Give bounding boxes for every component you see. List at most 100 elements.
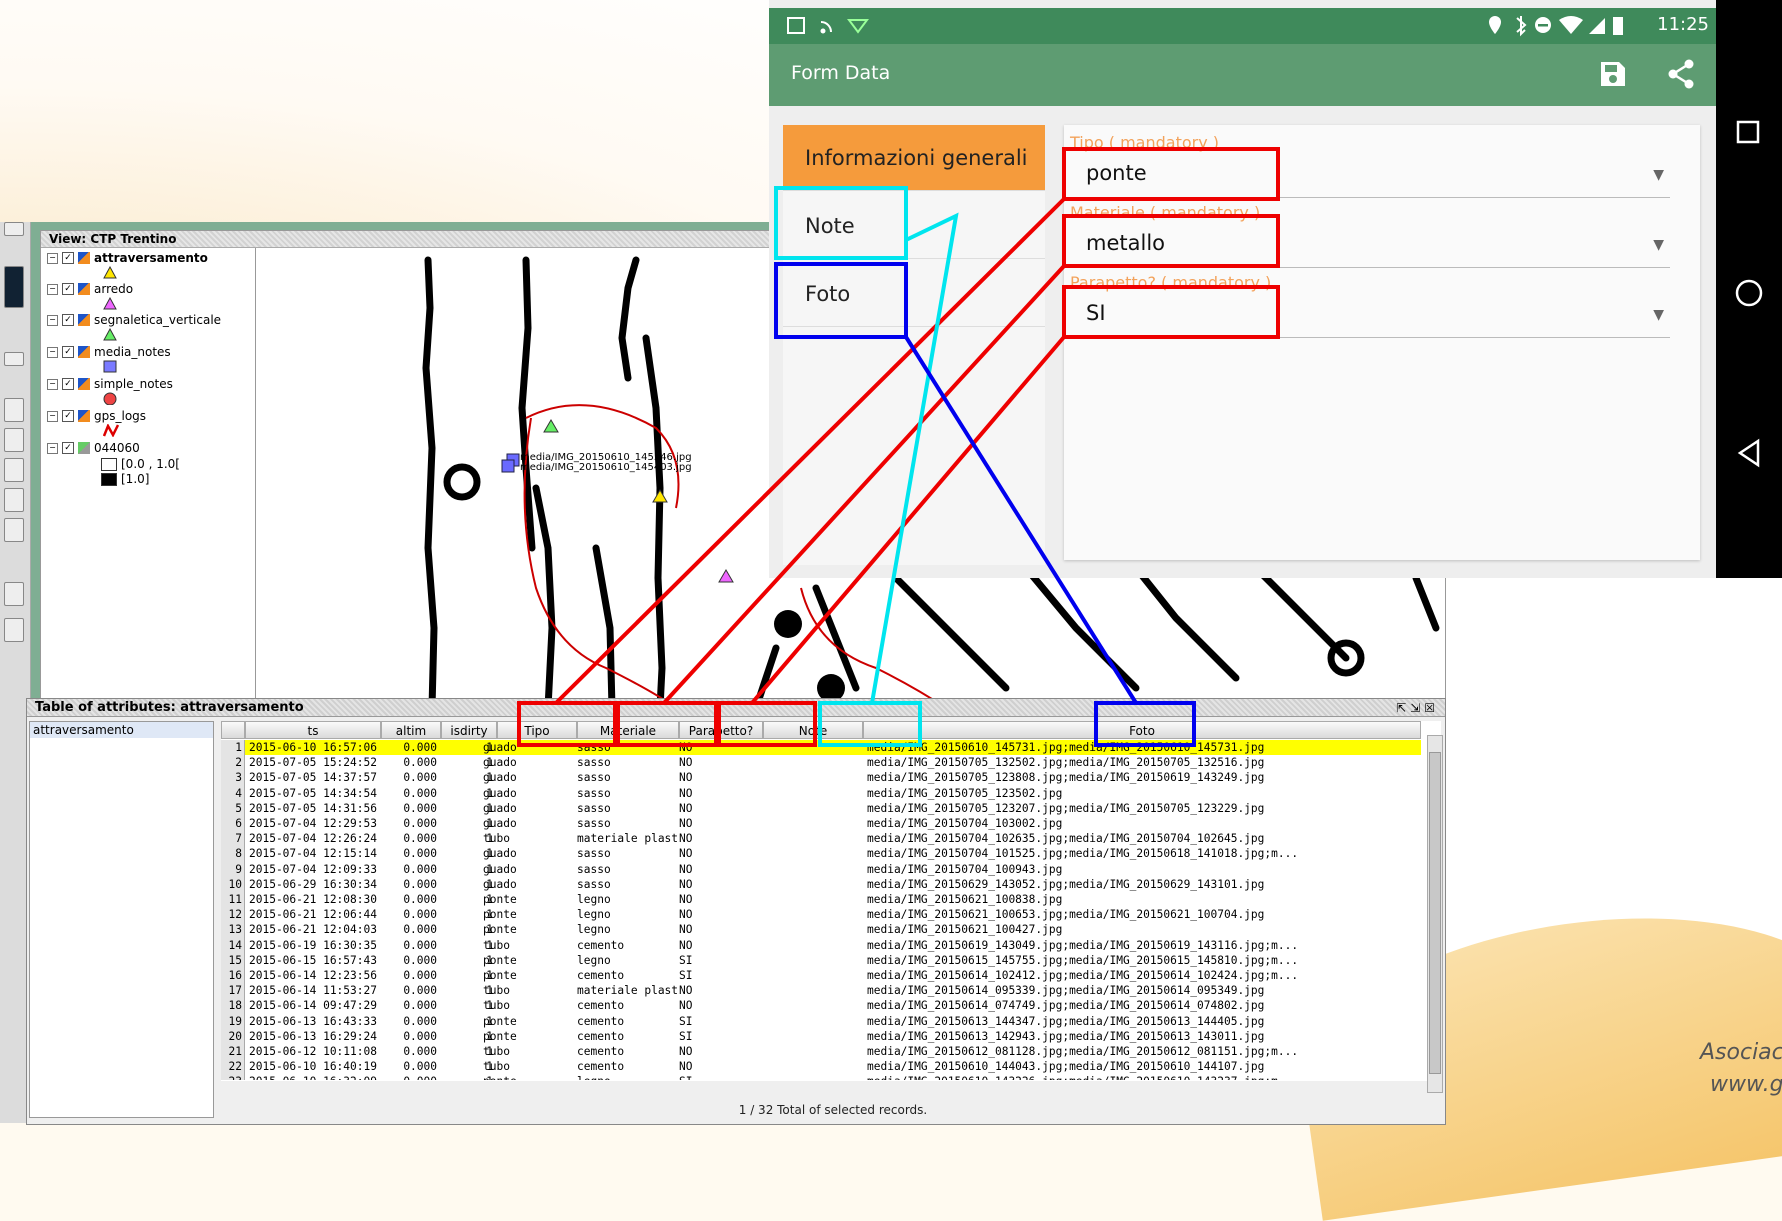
table-row[interactable]: 13 2015-06-21 12:04:03 0.000 1 ponte legno NO m… (221, 922, 1421, 938)
column-header-ts[interactable]: ts (245, 721, 381, 739)
table-row[interactable]: 7 2015-07-04 12:26:24 0.000 1 tubo materiale … (221, 831, 1421, 847)
recent-apps-icon[interactable] (1736, 120, 1762, 146)
collapse-icon[interactable]: − (47, 314, 58, 326)
column-header-foto[interactable]: Foto (863, 721, 1421, 739)
table-row[interactable]: 22 2015-06-10 16:40:19 0.000 1 tubo cemento NO… (221, 1059, 1421, 1075)
layer-row-gps-logs[interactable]: − ✓ gps_logs (47, 408, 146, 424)
table-row[interactable]: 20 2015-06-13 16:29:24 0.000 1 ponte cemento S… (221, 1028, 1421, 1044)
column-header-altim[interactable]: altim (381, 721, 441, 739)
layer-row-raster[interactable]: − ✓ 044060 (47, 440, 140, 456)
cell-altim: 0.000 (403, 923, 437, 937)
table-row[interactable]: 16 2015-06-14 12:23:56 0.000 1 ponte cemento S… (221, 968, 1421, 984)
column-header-isdirty[interactable]: isdirty (441, 721, 497, 739)
toolbar-button[interactable] (4, 618, 24, 642)
cell-parapetto: NO (679, 923, 693, 937)
restore-icon[interactable]: ⇱ (1396, 701, 1410, 715)
toolbar-button[interactable] (4, 518, 24, 542)
table-row[interactable]: 14 2015-06-19 16:30:35 0.000 1 tubo cemento NO… (221, 937, 1421, 953)
table-row[interactable]: 8 2015-07-04 12:15:14 0.000 1 guado sasso NO me… (221, 846, 1421, 862)
table-row[interactable]: 4 2015-07-05 14:34:54 0.000 1 guado sasso NO me… (221, 785, 1421, 801)
field-value-materiale[interactable]: metallo (1086, 231, 1165, 255)
collapse-icon[interactable]: − (47, 283, 58, 295)
column-header-materiale[interactable]: Materiale (577, 721, 679, 739)
column-header-parapetto[interactable]: Parapetto? (679, 721, 763, 739)
field-value-parapetto[interactable]: SI (1086, 301, 1106, 325)
back-icon[interactable] (1736, 438, 1762, 468)
save-icon[interactable] (1599, 60, 1627, 88)
home-icon[interactable] (1734, 278, 1764, 308)
dropdown-arrow-icon[interactable]: ▼ (1653, 167, 1664, 183)
cell-parapetto: NO (679, 832, 693, 846)
triangle-yellow-symbol (103, 266, 117, 279)
table-row[interactable]: 15 2015-06-15 16:57:43 0.000 1 ponte legno SI m… (221, 952, 1421, 968)
cell-tipo: guado (483, 771, 517, 785)
toolbar-button[interactable] (4, 428, 24, 452)
table-row[interactable]: 19 2015-06-13 16:43:33 0.000 1 ponte cemento S… (221, 1013, 1421, 1029)
collapse-icon[interactable]: − (47, 346, 58, 358)
layer-checkbox[interactable]: ✓ (62, 410, 74, 422)
share-icon[interactable] (1667, 58, 1697, 90)
table-row[interactable]: 3 2015-07-05 14:37:57 0.000 1 guado sasso NO me… (221, 770, 1421, 786)
table-row[interactable]: 232015-06-10 16:32:090.0001pontelegnoSIm… (221, 1074, 1421, 1080)
toolbar-button[interactable] (4, 398, 24, 422)
collapse-icon[interactable]: − (47, 442, 58, 454)
layer-checkbox[interactable]: ✓ (62, 442, 74, 454)
table-row[interactable]: 21 2015-06-12 10:11:08 0.000 1 tubo cemento NO… (221, 1044, 1421, 1060)
cell-parapetto: NO (679, 847, 693, 861)
table-scrollbar[interactable] (1427, 735, 1443, 1093)
toolbar-button[interactable] (4, 488, 24, 512)
maximize-icon[interactable]: ⇲ (1410, 701, 1424, 715)
table-row[interactable]: 11 2015-06-21 12:08:30 0.000 1 ponte legno NO m… (221, 892, 1421, 908)
table-row[interactable]: 2 2015-07-05 15:24:52 0.000 1 guado sasso NO me… (221, 755, 1421, 771)
table-row[interactable]: 17 2015-06-14 11:53:27 0.000 1 tubo materiale… (221, 983, 1421, 999)
toolbar-button[interactable] (4, 222, 24, 236)
scroll-right-button[interactable] (4, 352, 24, 366)
table-row[interactable]: 6 2015-07-04 12:29:53 0.000 1 guado sasso NO me… (221, 816, 1421, 832)
layer-row-arredo[interactable]: − ✓ arredo (47, 281, 133, 297)
layer-row-simple-notes[interactable]: − ✓ simple_notes (47, 376, 173, 392)
table-row[interactable]: 9 2015-07-04 12:09:33 0.000 1 guado sasso NO me… (221, 861, 1421, 877)
collapse-icon[interactable]: − (47, 410, 58, 422)
collapse-icon[interactable]: − (47, 378, 58, 390)
tab-informazioni-generali[interactable]: Informazioni generali (783, 125, 1045, 191)
table-row[interactable]: 18 2015-06-14 09:47:29 0.000 1 tubo cemento NO… (221, 998, 1421, 1014)
scroll-thumb[interactable] (1429, 752, 1441, 1074)
column-header-tipo[interactable]: Tipo (497, 721, 577, 739)
dropdown-arrow-icon[interactable]: ▼ (1653, 237, 1664, 253)
layer-checkbox[interactable]: ✓ (62, 283, 74, 295)
layer-checkbox[interactable]: ✓ (62, 314, 74, 326)
footer-org: Asociació (1700, 1040, 1782, 1065)
layer-checkbox[interactable]: ✓ (62, 346, 74, 358)
toolbar-button[interactable] (4, 458, 24, 482)
tab-note[interactable]: Note (783, 193, 1045, 259)
cell-ts: 2015-07-05 15:24:52 (249, 756, 377, 770)
cell-ts: 2015-06-12 10:11:08 (249, 1045, 377, 1058)
layer-icon (78, 283, 90, 295)
toolbar-button[interactable] (4, 582, 24, 606)
cell-foto: media/IMG_20150612_081128.jpg;media/IMG_… (867, 1045, 1299, 1058)
layer-checkbox[interactable]: ✓ (62, 378, 74, 390)
app-bar: Form Data (769, 44, 1717, 106)
table-row[interactable]: 10 2015-06-29 16:30:34 0.000 1 guado sasso NO m… (221, 876, 1421, 892)
toolbar-button[interactable] (4, 266, 24, 308)
cell-foto: media/IMG_20150705_123207.jpg;media/IMG_… (867, 801, 1265, 815)
column-header-note[interactable]: Note (763, 721, 863, 739)
layer-row-attraversamento[interactable]: − ✓ attraversamento (47, 250, 208, 266)
table-row[interactable]: 12 2015-06-21 12:06:44 0.000 1 ponte legno NO m… (221, 907, 1421, 923)
layer-icon (78, 314, 90, 326)
table-row[interactable]: 5 2015-07-05 14:31:56 0.000 1 guado sasso NO me… (221, 800, 1421, 816)
layer-row-segnaletica[interactable]: − ✓ segnaletica_verticale (47, 312, 221, 328)
cell-foto: media/IMG_20150614_102412.jpg;media/IMG_… (867, 969, 1299, 982)
legend-range-row: [0.0 , 1.0[ (101, 456, 180, 472)
field-value-tipo[interactable]: ponte (1086, 161, 1147, 185)
cell-materiale: sasso (577, 801, 611, 815)
table-row[interactable]: 1 2015-06-10 16:57:06 0.000 1 guado sasso NO me… (221, 740, 1421, 756)
layer-checkbox[interactable]: ✓ (62, 252, 74, 264)
row-number: 20 (221, 1028, 245, 1044)
dropdown-arrow-icon[interactable]: ▼ (1653, 307, 1664, 323)
tab-foto[interactable]: Foto (783, 261, 1045, 327)
close-icon[interactable]: ☒ (1424, 701, 1439, 715)
table-layer-item[interactable]: attraversamento (30, 722, 213, 738)
collapse-icon[interactable]: − (47, 252, 58, 264)
layer-row-media-notes[interactable]: − ✓ media_notes (47, 344, 171, 360)
